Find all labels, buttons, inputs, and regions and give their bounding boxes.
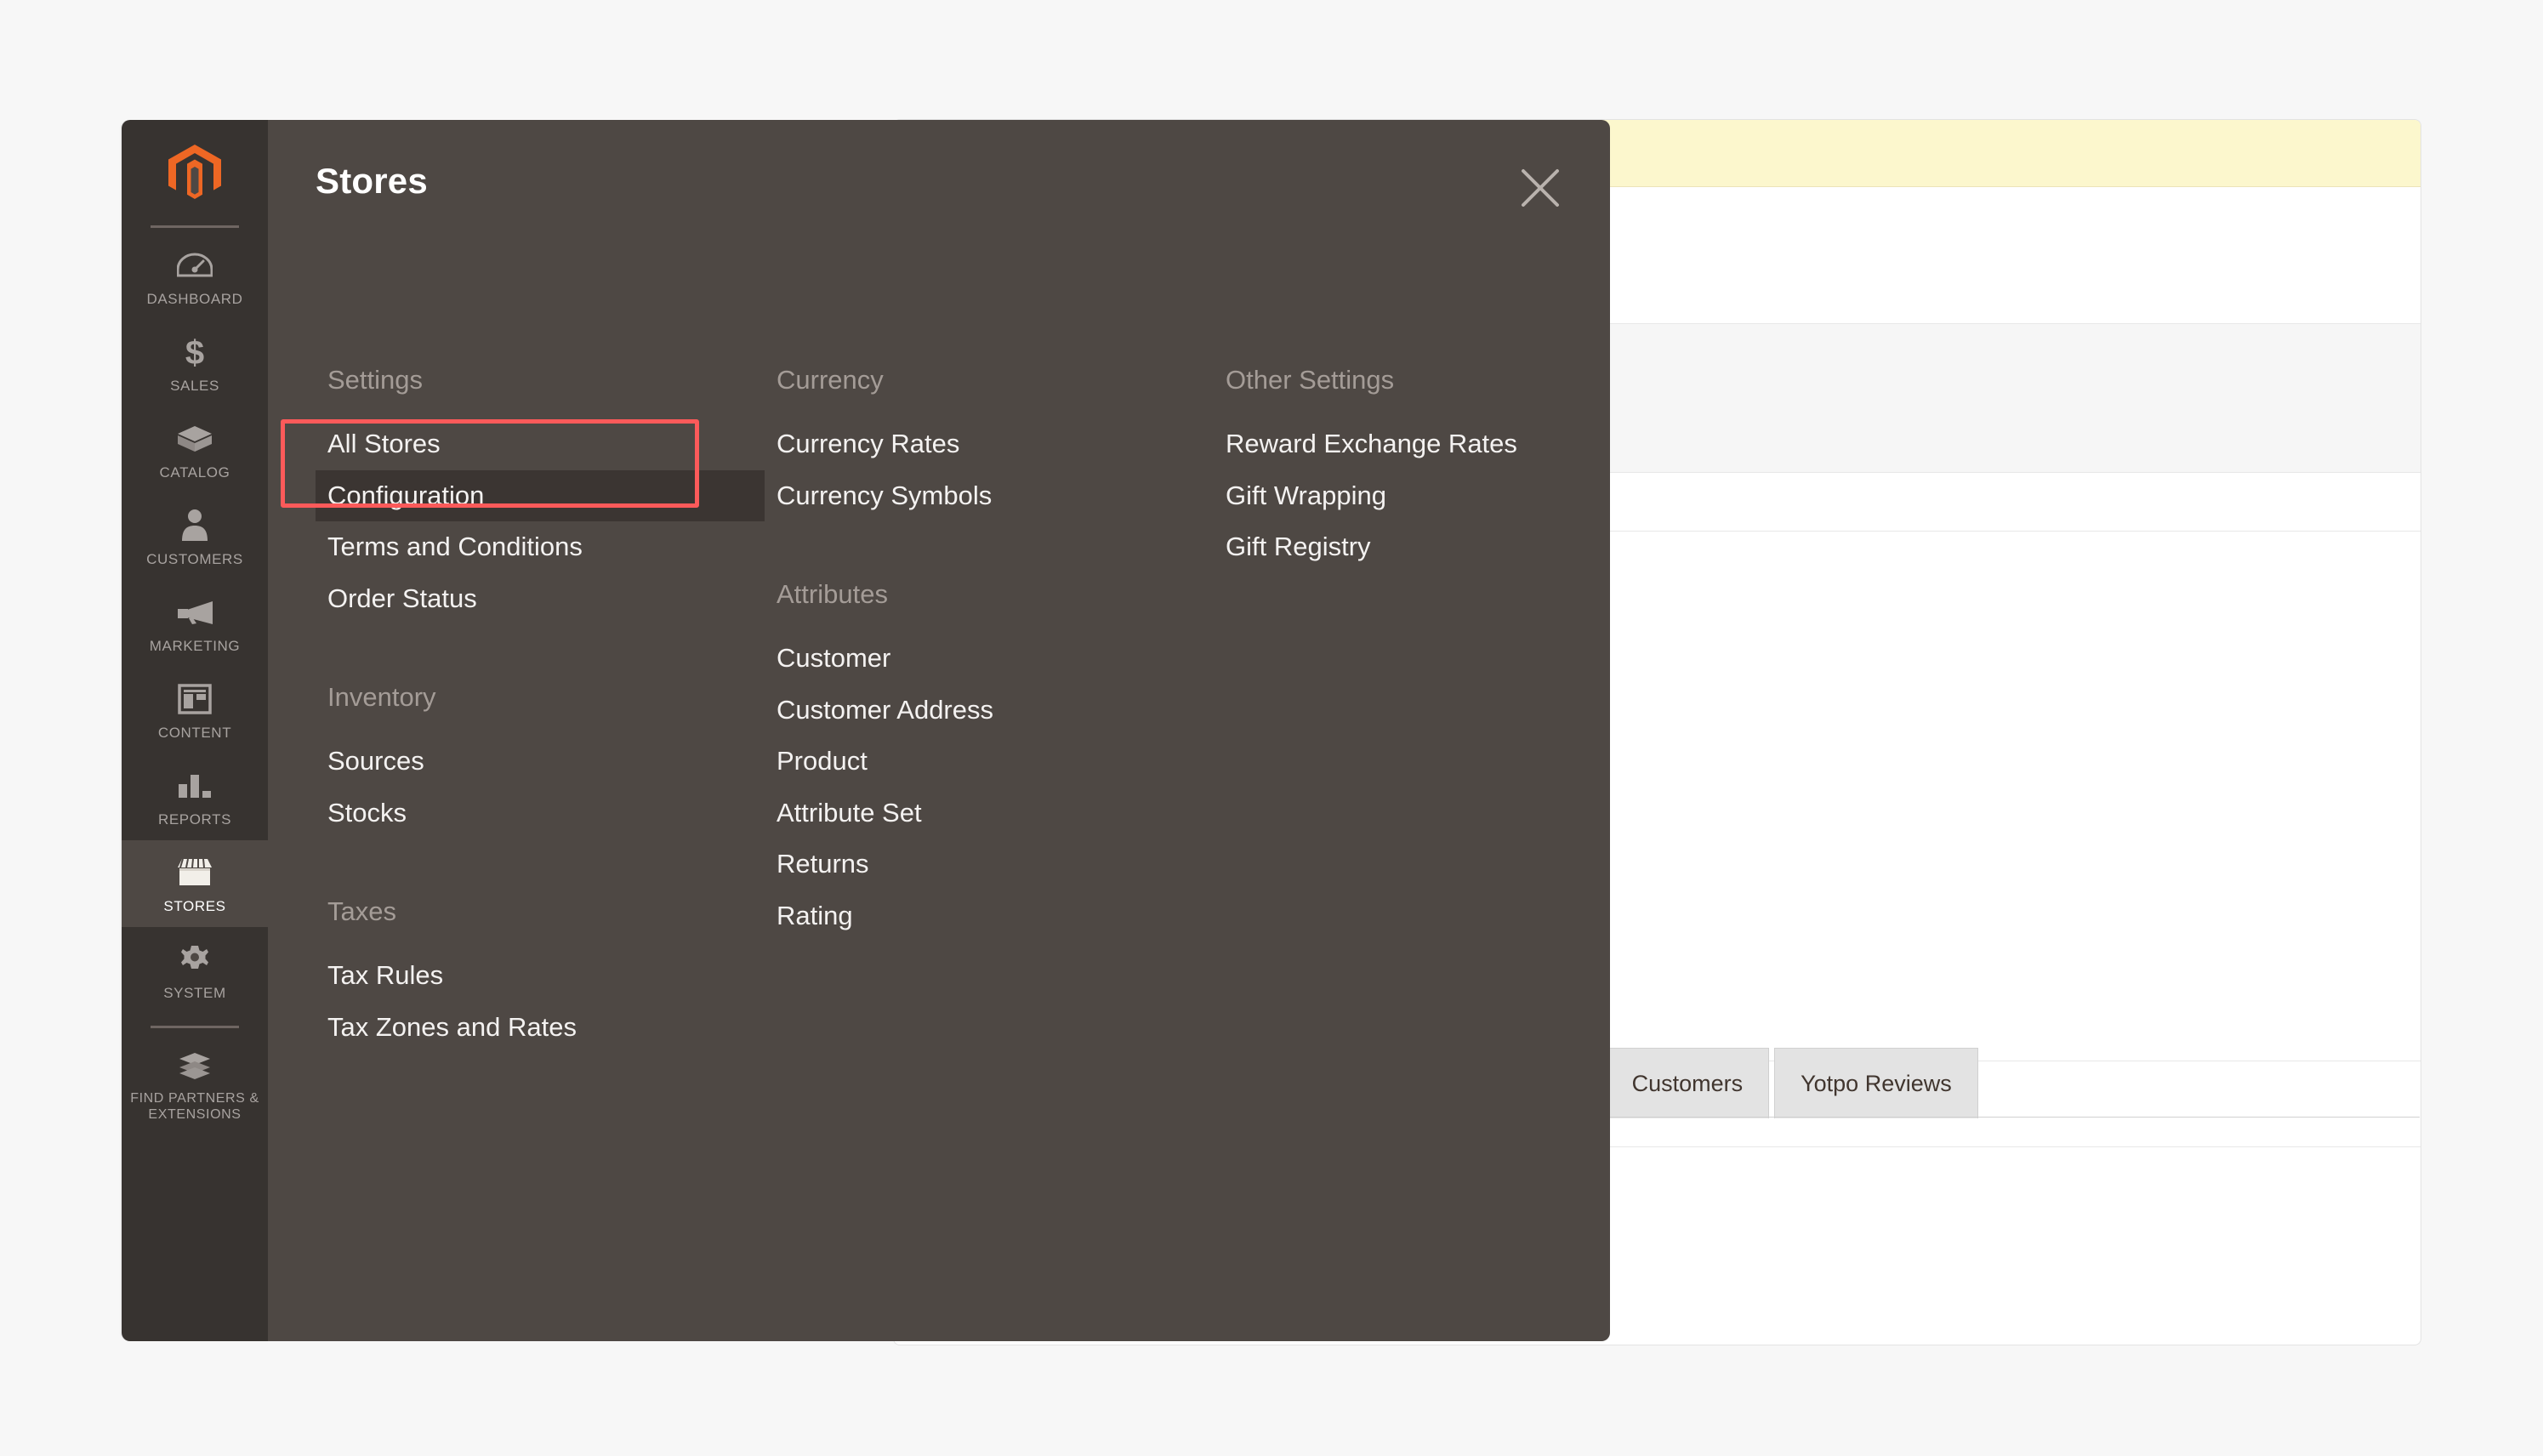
menu-item-tax-rules[interactable]: Tax Rules xyxy=(316,950,765,1002)
group-heading-other-settings: Other Settings xyxy=(1226,365,1395,395)
menu-item-customer-address[interactable]: Customer Address xyxy=(765,685,1214,737)
tab-customers[interactable]: Customers xyxy=(1605,1048,1770,1118)
sidebar-item-label: FIND PARTNERS & EXTENSIONS xyxy=(130,1091,259,1123)
sidebar-item-customers[interactable]: CUSTOMERS xyxy=(122,493,268,580)
menu-item-tax-zones-and-rates[interactable]: Tax Zones and Rates xyxy=(316,1002,765,1054)
sidebar-item-content[interactable]: CONTENT xyxy=(122,667,268,754)
group-heading-currency: Currency xyxy=(777,365,884,395)
sidebar-item-sales[interactable]: $ SALES xyxy=(122,320,268,407)
sidebar-item-dashboard[interactable]: DASHBOARD xyxy=(122,233,268,320)
menu-columns: Settings All Stores Configuration Terms … xyxy=(316,367,1574,1053)
megaphone-icon xyxy=(122,594,268,631)
group-heading-taxes: Taxes xyxy=(327,896,396,927)
sidebar-item-label: CATALOG xyxy=(159,464,230,481)
sidebar-item-label: SYSTEM xyxy=(163,985,226,1002)
panel-title: Stores xyxy=(316,161,428,201)
sidebar-item-label: MARKETING xyxy=(149,638,241,655)
sidebar-divider xyxy=(151,225,239,228)
menu-item-currency-rates[interactable]: Currency Rates xyxy=(765,418,1214,470)
menu-item-order-status[interactable]: Order Status xyxy=(316,573,765,625)
group-heading-attributes: Attributes xyxy=(777,579,888,610)
sidebar-item-label: CUSTOMERS xyxy=(146,551,243,568)
menu-column-currency: Currency Currency Rates Currency Symbols… xyxy=(765,367,1214,1053)
sidebar-item-label: CONTENT xyxy=(157,725,232,742)
sidebar-divider-bottom xyxy=(151,1026,239,1029)
menu-item-product[interactable]: Product xyxy=(765,736,1214,788)
person-icon xyxy=(122,507,268,544)
dashboard-gauge-icon xyxy=(122,247,268,284)
menu-item-gift-wrapping[interactable]: Gift Wrapping xyxy=(1214,470,1571,522)
sidebar-item-label: REPORTS xyxy=(157,811,232,828)
menu-item-all-stores[interactable]: All Stores xyxy=(316,418,765,470)
stacked-boxes-icon xyxy=(122,1047,268,1084)
admin-sidebar: DASHBOARD $ SALES CATALOG CUSTOMERS MARK… xyxy=(122,120,268,1341)
menu-item-customer[interactable]: Customer xyxy=(765,633,1214,685)
menu-column-settings: Settings All Stores Configuration Terms … xyxy=(316,367,765,1053)
group-heading-inventory: Inventory xyxy=(327,682,436,713)
sidebar-item-label: STORES xyxy=(163,898,226,915)
menu-item-configuration[interactable]: Configuration xyxy=(316,469,765,522)
group-heading-settings: Settings xyxy=(327,365,424,395)
menu-item-currency-symbols[interactable]: Currency Symbols xyxy=(765,470,1214,522)
menu-item-attribute-set[interactable]: Attribute Set xyxy=(765,788,1214,839)
storefront-icon xyxy=(122,854,268,891)
menu-item-returns[interactable]: Returns xyxy=(765,839,1214,890)
sidebar-item-label: DASHBOARD xyxy=(146,291,243,307)
sidebar-item-system[interactable]: SYSTEM xyxy=(122,927,268,1014)
menu-item-rating[interactable]: Rating xyxy=(765,890,1214,942)
sidebar-item-marketing[interactable]: MARKETING xyxy=(122,580,268,667)
tab-yotpo-reviews[interactable]: Yotpo Reviews xyxy=(1774,1048,1978,1118)
sidebar-item-reports[interactable]: REPORTS xyxy=(122,754,268,840)
menu-item-reward-exchange-rates[interactable]: Reward Exchange Rates xyxy=(1214,418,1571,470)
menu-column-other-settings: Other Settings Reward Exchange Rates Gif… xyxy=(1214,367,1571,1053)
dollar-sign-icon: $ xyxy=(122,333,268,371)
menu-item-terms-and-conditions[interactable]: Terms and Conditions xyxy=(316,521,765,573)
svg-text:$: $ xyxy=(185,334,204,371)
sidebar-item-find-partners-extensions[interactable]: FIND PARTNERS & EXTENSIONS xyxy=(122,1033,268,1135)
sidebar-item-stores[interactable]: STORES xyxy=(122,840,268,928)
sidebar-item-catalog[interactable]: CATALOG xyxy=(122,407,268,493)
stores-menu-panel: Stores Settings All Stores Configuration… xyxy=(268,120,1610,1341)
magento-logo[interactable] xyxy=(122,120,268,213)
box-icon xyxy=(122,420,268,458)
bar-chart-icon xyxy=(122,767,268,805)
close-icon[interactable] xyxy=(1516,164,1564,212)
menu-item-stocks[interactable]: Stocks xyxy=(316,788,765,839)
menu-item-gift-registry[interactable]: Gift Registry xyxy=(1214,521,1571,573)
menu-item-sources[interactable]: Sources xyxy=(316,736,765,788)
sidebar-item-label: SALES xyxy=(170,378,219,395)
layout-window-icon xyxy=(122,680,268,718)
gear-icon xyxy=(122,941,268,978)
